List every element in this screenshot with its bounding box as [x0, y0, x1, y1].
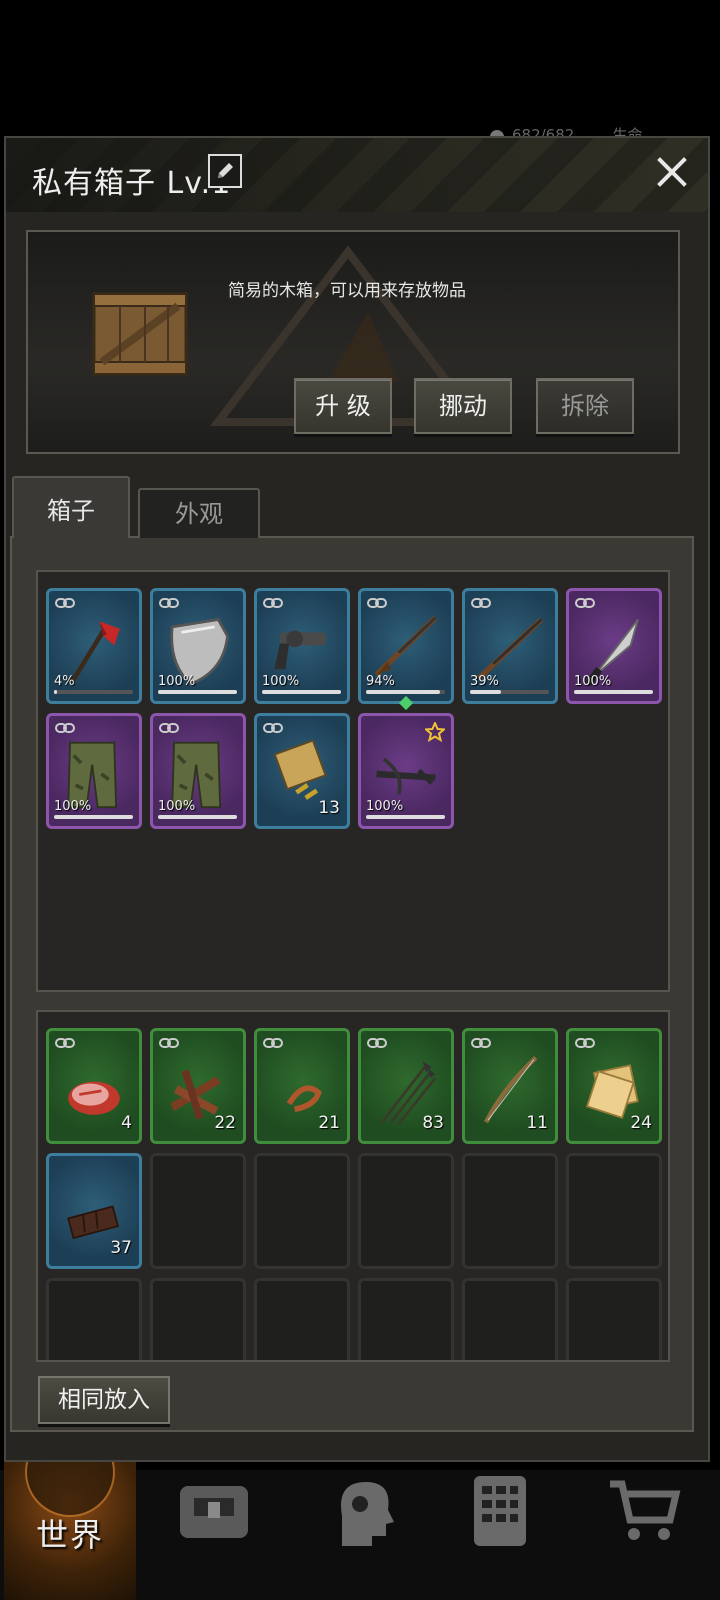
materials-slot[interactable]: 11 — [462, 1028, 558, 1144]
empty-slot[interactable] — [462, 1278, 558, 1360]
link-icon — [159, 598, 179, 608]
raw-meat-icon — [68, 1081, 120, 1115]
empty-slot[interactable] — [150, 1278, 246, 1360]
upgrade-button[interactable]: 升 级 — [294, 378, 392, 434]
equipment-slot[interactable]: 100% — [46, 713, 142, 829]
material-storage-grid: 4 22 21 83 11 24 37 — [36, 1010, 670, 1362]
durability-bar — [574, 690, 653, 694]
durability-percent: 100% — [366, 799, 404, 814]
nav-world-label: 世界 — [36, 1516, 105, 1554]
durability-percent: 100% — [158, 799, 196, 814]
durability-percent: 39% — [470, 674, 499, 689]
wooden-crate-icon — [92, 292, 188, 376]
materials-slot[interactable]: 4 — [46, 1028, 142, 1144]
materials-slot[interactable]: 24 — [566, 1028, 662, 1144]
close-button[interactable] — [652, 150, 692, 194]
link-icon — [367, 1038, 387, 1048]
item-quantity: 11 — [526, 1113, 548, 1133]
item-quantity: 13 — [318, 798, 340, 818]
equipment-slot[interactable]: 39% — [462, 588, 558, 704]
empty-slot[interactable] — [358, 1153, 454, 1269]
link-icon — [55, 598, 75, 608]
item-quantity: 22 — [214, 1113, 236, 1133]
link-icon — [55, 1038, 75, 1048]
link-icon — [159, 1038, 179, 1048]
item-quantity: 24 — [630, 1113, 652, 1133]
empty-slot[interactable] — [566, 1153, 662, 1269]
equipment-slot[interactable]: 100% — [150, 588, 246, 704]
equipment-slot[interactable]: 100% — [566, 588, 662, 704]
shop-cart-icon[interactable] — [604, 1476, 684, 1546]
crafting-device-icon[interactable] — [460, 1476, 540, 1546]
empty-slot[interactable] — [150, 1153, 246, 1269]
star-icon — [425, 722, 445, 742]
equipment-slot[interactable]: 100% — [358, 713, 454, 829]
empty-slot[interactable] — [46, 1278, 142, 1360]
tab-box[interactable]: 箱子 — [12, 476, 130, 538]
materials-slot[interactable]: 37 — [46, 1153, 142, 1269]
equipment-storage-grid: 4% 100% 100% 94% 39% 100% 100% 100% 13 100% — [36, 570, 670, 992]
link-icon — [575, 1038, 595, 1048]
link-icon — [159, 723, 179, 733]
page-title: 私有箱子 Lv.1 — [32, 166, 232, 201]
item-quantity: 37 — [110, 1238, 132, 1258]
durability-percent: 100% — [158, 674, 196, 689]
durability-percent: 100% — [262, 674, 300, 689]
durability-percent: 4% — [54, 674, 75, 689]
item-quantity: 83 — [422, 1113, 444, 1133]
empty-slot[interactable] — [254, 1153, 350, 1269]
materials-slot[interactable]: 21 — [254, 1028, 350, 1144]
durability-bar — [366, 815, 445, 819]
durability-bar — [54, 815, 133, 819]
skills-head-icon[interactable] — [322, 1476, 402, 1546]
link-icon — [471, 1038, 491, 1048]
durability-bar — [54, 690, 133, 694]
link-icon — [55, 723, 75, 733]
move-button[interactable]: 挪动 — [414, 378, 512, 434]
equipment-slot[interactable]: 13 — [254, 713, 350, 829]
empty-slot[interactable] — [462, 1153, 558, 1269]
pencil-icon — [218, 163, 233, 178]
materials-slot[interactable]: 83 — [358, 1028, 454, 1144]
box-description: 简易的木箱，可以用来存放物品 — [228, 281, 466, 301]
link-icon — [367, 598, 387, 608]
link-icon — [575, 598, 595, 608]
close-icon — [657, 157, 687, 187]
same-put-in-button[interactable]: 相同放入 — [38, 1376, 170, 1424]
materials-slot[interactable]: 22 — [150, 1028, 246, 1144]
backpack-icon[interactable] — [174, 1476, 254, 1546]
durability-bar — [158, 690, 237, 694]
link-icon — [471, 598, 491, 608]
item-quantity: 21 — [318, 1113, 340, 1133]
durability-bar — [366, 690, 445, 694]
link-icon — [263, 723, 283, 733]
equipment-slot[interactable]: 4% — [46, 588, 142, 704]
link-icon — [263, 1038, 283, 1048]
equipment-slot[interactable]: 100% — [254, 588, 350, 704]
equipment-slot[interactable]: 100% — [150, 713, 246, 829]
empty-slot[interactable] — [358, 1278, 454, 1360]
rename-button[interactable] — [208, 154, 242, 188]
equipment-slot[interactable]: 94% — [358, 588, 454, 704]
durability-percent: 100% — [574, 674, 612, 689]
empty-slot[interactable] — [254, 1278, 350, 1360]
item-quantity: 4 — [121, 1113, 132, 1133]
durability-percent: 100% — [54, 799, 92, 814]
durability-bar — [470, 690, 549, 694]
durability-percent: 94% — [366, 674, 395, 689]
link-icon — [263, 598, 283, 608]
empty-slot[interactable] — [566, 1278, 662, 1360]
tab-appearance[interactable]: 外观 — [138, 488, 260, 538]
dismantle-button[interactable]: 拆除 — [536, 378, 634, 434]
durability-bar — [262, 690, 341, 694]
durability-bar — [158, 815, 237, 819]
